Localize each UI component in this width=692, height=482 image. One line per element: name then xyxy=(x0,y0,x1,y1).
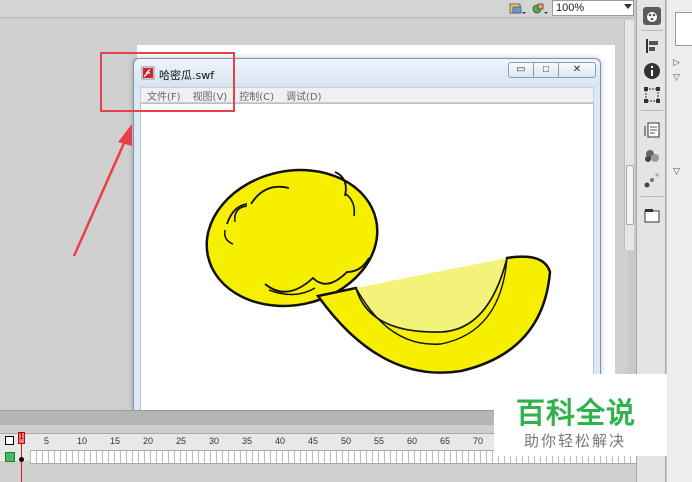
menu-debug[interactable]: 调试(D) xyxy=(280,88,328,103)
components-icon[interactable] xyxy=(642,146,662,166)
zoom-select[interactable]: 100% xyxy=(552,0,634,16)
align-icon[interactable] xyxy=(642,36,662,56)
playhead[interactable]: 1 xyxy=(18,432,25,444)
motion-presets-icon[interactable] xyxy=(642,170,662,190)
minimize-button[interactable]: ▭ xyxy=(508,62,534,78)
scrollbar-thumb[interactable] xyxy=(626,165,634,225)
frame-number: 40 xyxy=(275,436,286,446)
panel-preview-box xyxy=(675,12,692,46)
expand-triangle-icon[interactable]: ▷ xyxy=(673,57,680,68)
transform-icon[interactable] xyxy=(642,85,662,105)
chevron-down-icon xyxy=(624,4,632,9)
frame-number: 20 xyxy=(143,436,154,446)
frame-number: 5 xyxy=(44,436,50,446)
divider xyxy=(641,196,663,197)
keyframe-dot[interactable] xyxy=(19,457,24,462)
frame-number: 70 xyxy=(473,436,484,446)
frame-number: 35 xyxy=(242,436,253,446)
stage-vertical-scrollbar[interactable] xyxy=(624,20,634,250)
highlight-box-annotation xyxy=(100,52,235,112)
watermark-title: 百科全说 xyxy=(516,396,637,430)
info-icon[interactable] xyxy=(642,61,662,81)
frame-number: 15 xyxy=(110,436,121,446)
maximize-button[interactable]: □ xyxy=(533,62,559,78)
frame-number: 50 xyxy=(341,436,352,446)
red-arrow-annotation xyxy=(72,124,132,257)
color-palette-icon[interactable] xyxy=(642,6,662,26)
watermark: 百科全说 助你轻松解决 xyxy=(494,374,667,456)
collapse-triangle-icon[interactable]: ▽ xyxy=(673,166,680,177)
frame-number: 25 xyxy=(176,436,187,446)
menu-control[interactable]: 控制(C) xyxy=(233,88,280,103)
current-frame-label: 1 xyxy=(19,432,24,441)
divider xyxy=(641,110,663,111)
layer-color-box[interactable] xyxy=(5,452,15,462)
library-icon[interactable] xyxy=(642,206,662,226)
playhead-line xyxy=(21,444,22,482)
zoom-value: 100% xyxy=(556,2,585,14)
properties-panel-edge: ▷ ▽ ▽ xyxy=(667,0,692,482)
outline-toggle-box[interactable] xyxy=(5,436,14,445)
frame-number: 10 xyxy=(77,436,88,446)
collapse-triangle-icon[interactable]: ▽ xyxy=(673,72,680,83)
frame-number: 55 xyxy=(374,436,385,446)
edit-scene-icon[interactable] xyxy=(508,1,526,17)
frame-number: 30 xyxy=(209,436,220,446)
code-snippets-icon[interactable] xyxy=(642,120,662,140)
frame-number: 45 xyxy=(308,436,319,446)
frame-number: 60 xyxy=(407,436,418,446)
watermark-subtitle: 助你轻松解决 xyxy=(524,432,627,450)
frame-number: 65 xyxy=(440,436,451,446)
close-button[interactable]: ✕ xyxy=(558,62,596,78)
divider xyxy=(641,30,663,31)
edit-symbols-icon[interactable] xyxy=(530,1,548,17)
edit-bar: 100% xyxy=(0,0,634,18)
